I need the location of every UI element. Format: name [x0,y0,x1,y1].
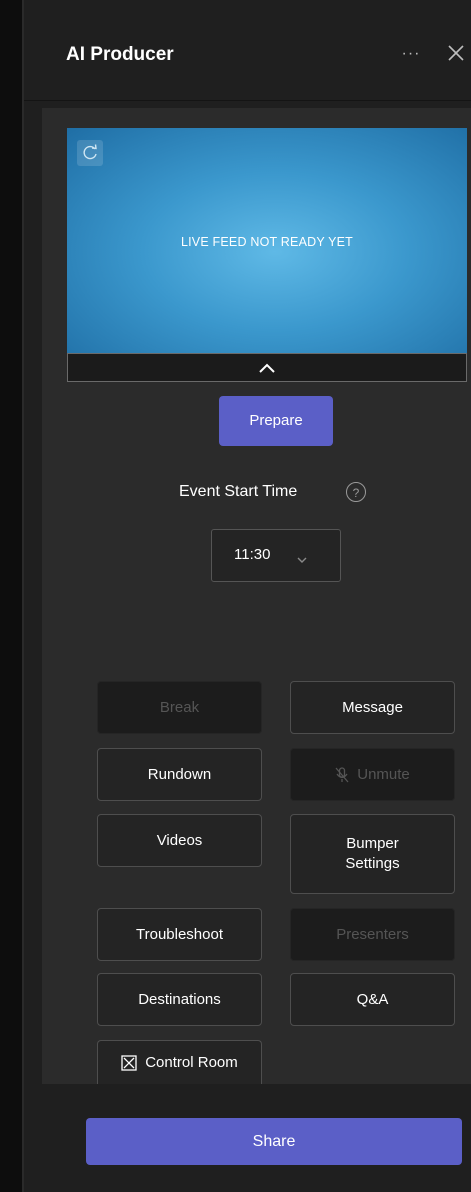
rundown-label: Rundown [147,765,212,783]
control-room-label: Control Room [145,1053,238,1071]
panel-title: AI Producer [66,44,174,65]
presenters-label: Presenters [336,925,409,943]
event-start-time-select[interactable]: 11:30 [211,529,341,582]
panel-header: AI Producer ··· [24,0,471,100]
share-button[interactable]: Share [86,1118,462,1165]
videos-label: Videos [156,831,203,849]
qa-label: Q&A [356,990,389,1008]
bumper-settings-label-line2: Settings [345,855,400,872]
message-button[interactable]: Message [290,681,455,734]
qa-button[interactable]: Q&A [290,973,455,1026]
unmute-label: Unmute [357,765,410,783]
mic-off-icon [335,766,349,783]
app-left-strip [0,0,22,1192]
expand-icon [121,1054,137,1071]
bumper-settings-button[interactable]: Bumper Settings [290,814,455,894]
header-divider [24,100,471,101]
bumper-settings-label-line1: Bumper [346,835,399,852]
close-icon[interactable] [442,38,470,68]
message-label: Message [342,698,403,716]
videos-button[interactable]: Videos [97,814,262,867]
break-label: Break [159,698,200,716]
chevron-up-icon [259,363,275,373]
event-start-time-label: Event Start Time [179,483,298,500]
prepare-button[interactable]: Prepare [219,396,333,446]
chevron-down-icon [296,551,308,569]
more-icon[interactable]: ··· [397,40,425,68]
refresh-icon[interactable] [77,140,103,166]
live-feed-status: LIVE FEED NOT READY YET [180,235,353,249]
control-room-button[interactable]: Control Room [97,1040,262,1084]
break-button[interactable]: Break [97,681,262,734]
live-feed-preview: LIVE FEED NOT READY YET [67,128,467,353]
troubleshoot-label: Troubleshoot [136,925,223,943]
ai-producer-panel: AI Producer ··· LIVE FEED NOT READY YET … [24,0,471,1192]
rundown-button[interactable]: Rundown [97,748,262,801]
presenters-button[interactable]: Presenters [290,908,455,961]
help-icon[interactable]: ? [346,482,366,502]
time-value: 11:30 [234,546,271,563]
destinations-label: Destinations [138,990,221,1008]
collapse-preview-button[interactable] [67,353,467,382]
troubleshoot-button[interactable]: Troubleshoot [97,908,262,961]
unmute-button[interactable]: Unmute [290,748,455,801]
destinations-button[interactable]: Destinations [97,973,262,1026]
